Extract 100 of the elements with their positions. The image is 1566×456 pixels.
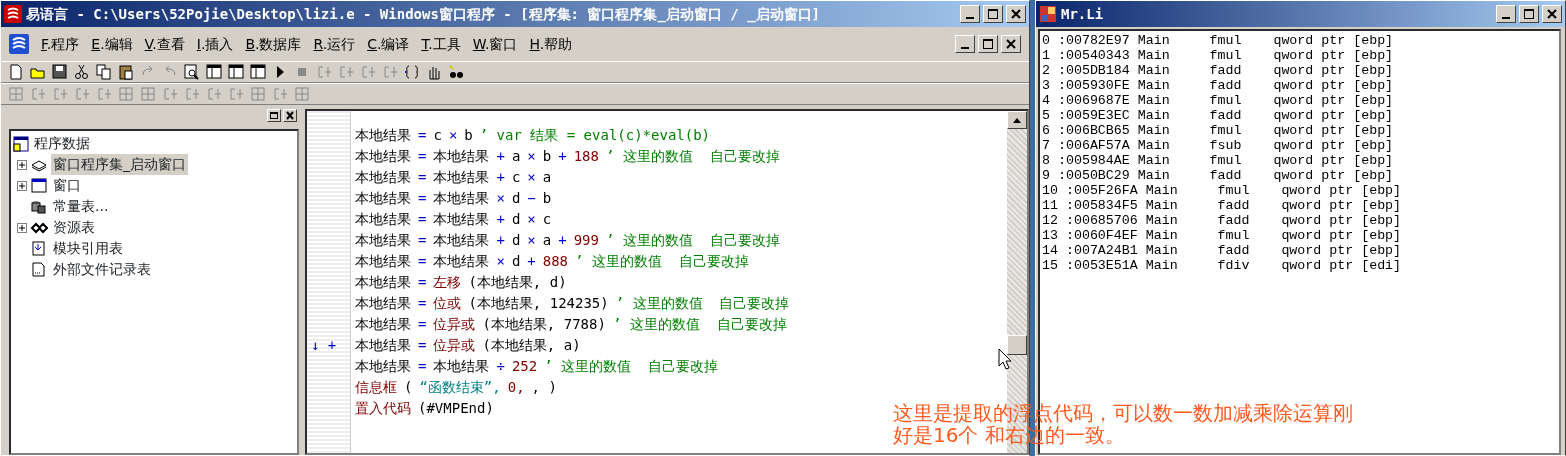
layout-button[interactable] <box>227 63 245 81</box>
code-token: 本地结果 <box>355 231 411 250</box>
layout-button[interactable] <box>205 63 223 81</box>
close-button[interactable] <box>283 109 297 122</box>
tree-item[interactable]: 资源表 <box>51 217 97 238</box>
code-token: 本地结果 <box>355 252 411 271</box>
close-icon <box>1545 8 1559 20</box>
code-token: ’ 这里的数值 自己要改掉 <box>544 357 718 376</box>
code-token: (#VMPEnd) <box>418 399 494 418</box>
scroll-up-button[interactable] <box>1007 111 1027 129</box>
list-row-text: 0 :00782E97 Main fmul qword ptr [ebp] <box>1042 33 1395 48</box>
code-token: + <box>527 252 536 271</box>
menu-item[interactable]: H.帮助 <box>529 33 573 55</box>
tree-item[interactable]: 常量表... <box>51 196 111 217</box>
tree-item[interactable]: 外部文件记录表 <box>51 259 153 280</box>
code-token: 本地结果 <box>355 357 411 376</box>
menu-item[interactable]: T.工具 <box>421 33 461 55</box>
list-row-text: 9 :0050BC29 Main fadd qword ptr [ebp] <box>1042 168 1395 183</box>
list-row-text: 15 :0053E51A Main fdiv qword ptr [edi] <box>1042 258 1403 273</box>
braces-button[interactable] <box>403 63 421 81</box>
code-token: 本地结果 <box>355 294 411 313</box>
code-token: × <box>527 147 536 166</box>
code-token: = <box>418 252 427 271</box>
menu-item[interactable]: I.插入 <box>196 33 234 55</box>
list-row-text: 7 :006AF57A Main fsub qword ptr [ebp] <box>1042 138 1395 153</box>
tree-item[interactable]: 模块引用表 <box>51 238 125 259</box>
code-token: , ) <box>531 378 557 397</box>
close-button[interactable] <box>1006 5 1026 23</box>
code-token: 位或 <box>433 294 462 313</box>
maximize-button[interactable] <box>1518 5 1539 23</box>
copy-button[interactable] <box>95 63 113 81</box>
layout-button[interactable] <box>249 63 267 81</box>
tree-item[interactable]: 窗口程序集_启动窗口 <box>51 154 188 175</box>
list-row-text: 14 :007A24B1 Main fadd qword ptr [ebp] <box>1042 243 1403 258</box>
code-token: = <box>418 147 427 166</box>
scissors-button[interactable] <box>73 63 91 81</box>
window-title: 易语言 - C:\Users\52Pojie\Desktop\lizi.e - Windows窗口程序 - [程序集: 窗口程序集_启动窗口 / _启动窗口] <box>26 4 820 25</box>
binoculars-button[interactable] <box>447 63 465 81</box>
scrollbar-thumb[interactable] <box>1007 335 1027 355</box>
app-icon <box>1039 5 1057 23</box>
minimize-button[interactable] <box>954 35 975 53</box>
code-token: 信息框 <box>355 378 397 397</box>
minimize-icon <box>965 17 974 19</box>
new-file-button[interactable] <box>7 63 25 81</box>
tree-item[interactable]: 程序数据 <box>32 133 92 154</box>
expand-icon[interactable] <box>17 222 27 233</box>
close-button[interactable] <box>1542 5 1562 23</box>
code-token: 0, <box>507 378 525 397</box>
code-token: c <box>511 168 521 187</box>
tree-item[interactable]: 窗口 <box>51 175 83 196</box>
code-token: + <box>558 147 567 166</box>
code-token: d <box>511 231 521 250</box>
save-button[interactable] <box>51 63 69 81</box>
menu-item[interactable]: W.窗口 <box>472 33 518 55</box>
code-token: 本地结果 <box>433 231 490 250</box>
close-button[interactable] <box>1001 35 1021 53</box>
code-token: ’ var 结果 = eval(c)*eval(b) <box>479 126 711 145</box>
code-token: 本地结果 <box>355 210 411 229</box>
code-token: 本地结果 <box>433 357 490 376</box>
code-token: d <box>511 210 521 229</box>
code-token: = <box>418 336 427 355</box>
minimize-button[interactable] <box>959 5 980 23</box>
code-token: b <box>542 147 552 166</box>
menu-item[interactable]: R.运行 <box>313 33 356 55</box>
magnifier-button[interactable] <box>183 63 201 81</box>
code-token: = <box>418 294 427 313</box>
paste-button[interactable] <box>117 63 135 81</box>
maximize-button[interactable] <box>982 5 1003 23</box>
list-row-text: 5 :0059E3EC Main fadd qword ptr [ebp] <box>1042 108 1395 123</box>
code-token: = <box>418 189 427 208</box>
code-token: a <box>542 168 552 187</box>
grid-icon <box>117 85 135 103</box>
code-token: = <box>418 315 427 334</box>
mouse-cursor-icon <box>998 348 1012 370</box>
paste-icon <box>117 63 135 81</box>
close-icon <box>1004 38 1018 50</box>
code-token: 本地结果 <box>355 126 411 145</box>
expand-icon[interactable] <box>17 159 27 170</box>
menu-item[interactable]: V.查看 <box>144 33 185 55</box>
minimize-button[interactable] <box>1495 5 1516 23</box>
code-token: × <box>496 252 505 271</box>
layout-icon <box>205 63 223 81</box>
menu-item[interactable]: B.数据库 <box>245 33 302 55</box>
maximize-button[interactable] <box>977 35 998 53</box>
code-token: 左移 <box>433 273 462 292</box>
maximize-button[interactable] <box>267 109 281 122</box>
menu-item[interactable]: E.编辑 <box>91 33 133 55</box>
code-token: 本地结果 <box>355 273 411 292</box>
list-row-text: 11 :005834F5 Main fadd qword ptr [ebp] <box>1042 198 1403 213</box>
menu-item[interactable]: C.编译 <box>367 33 410 55</box>
layout-icon <box>249 63 267 81</box>
code-token: ’ 这里的数值 自己要改掉 <box>615 294 790 313</box>
expand-icon[interactable] <box>17 180 27 191</box>
code-token: = <box>418 357 427 376</box>
code-token: × <box>496 189 505 208</box>
code-token: 位异或 <box>433 336 476 355</box>
maximize-icon <box>980 38 995 50</box>
code-token: d <box>511 252 521 271</box>
menu-item[interactable]: F.程序 <box>41 33 80 55</box>
scissors-icon <box>73 63 91 81</box>
